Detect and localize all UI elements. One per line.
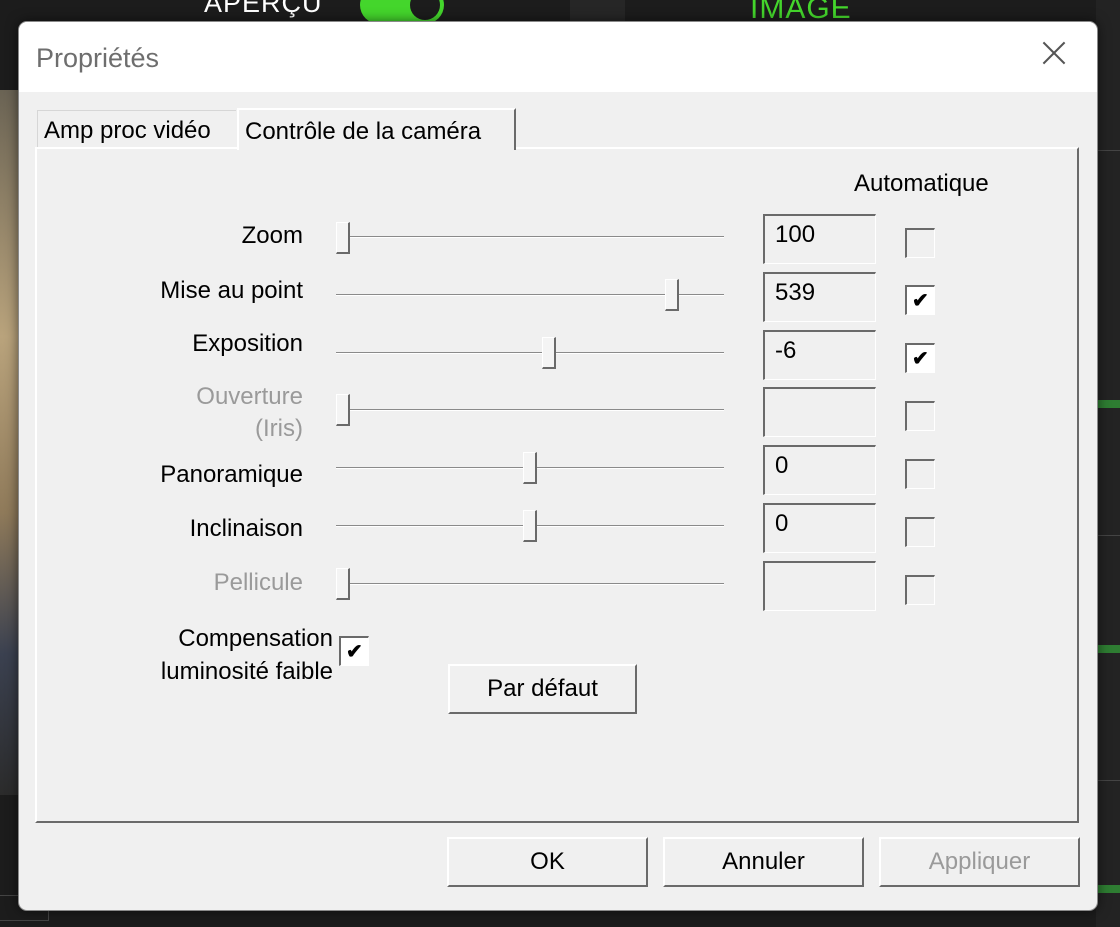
pan-auto-checkbox[interactable] — [905, 459, 935, 489]
title-bar: Propriétés — [19, 22, 1097, 92]
tilt-auto-checkbox[interactable] — [905, 517, 935, 547]
iris-slider-thumb — [336, 394, 350, 426]
low-light-label-line2: luminosité faible — [160, 658, 333, 685]
pan-value-field[interactable]: 0 — [763, 445, 876, 495]
focus-label: Mise au point — [160, 277, 303, 304]
ok-button[interactable]: OK — [447, 837, 648, 887]
zoom-slider-thumb[interactable] — [336, 222, 350, 254]
pan-slider-thumb[interactable] — [523, 452, 537, 484]
iris-auto-checkbox — [905, 401, 935, 431]
iris-label-line2: (Iris) — [255, 415, 303, 442]
checkmark-icon: ✔ — [912, 348, 929, 370]
checkmark-icon: ✔ — [346, 641, 363, 663]
low-light-checkbox[interactable]: ✔ — [339, 636, 369, 666]
tab-amp-proc-video[interactable]: Amp proc vidéo — [37, 110, 236, 148]
zoom-auto-checkbox[interactable] — [905, 228, 935, 258]
focus-auto-checkbox[interactable]: ✔ — [905, 285, 935, 315]
low-light-label-line1: Compensation — [178, 625, 333, 652]
cancel-button[interactable]: Annuler — [663, 837, 864, 887]
toggle-knob — [410, 0, 440, 20]
default-button[interactable]: Par défaut — [448, 664, 637, 714]
zoom-slider-track[interactable] — [336, 236, 724, 238]
apply-button: Appliquer — [879, 837, 1080, 887]
iris-value-field — [763, 387, 876, 437]
tilt-label: Inclinaison — [189, 515, 303, 542]
dialog-title: Propriétés — [36, 43, 160, 73]
low-light-label: Compensation luminosité faible — [161, 622, 333, 688]
properties-dialog: Propriétés Amp proc vidéo Contrôle de la… — [18, 21, 1098, 911]
background-band — [570, 0, 625, 22]
roll-slider-track — [336, 583, 724, 585]
iris-slider-track — [336, 409, 724, 411]
roll-slider-thumb — [336, 568, 350, 600]
exposure-slider-thumb[interactable] — [541, 337, 556, 369]
roll-auto-checkbox — [905, 575, 935, 605]
tab-camera-control[interactable]: Contrôle de la caméra — [237, 108, 516, 150]
focus-slider-thumb[interactable] — [665, 279, 680, 311]
exposure-label: Exposition — [192, 330, 303, 357]
zoom-value-field[interactable]: 100 — [763, 214, 876, 264]
close-icon[interactable] — [1037, 36, 1071, 70]
auto-column-header: Automatique — [854, 170, 989, 197]
roll-label: Pellicule — [213, 569, 303, 596]
iris-label-line1: Ouverture — [196, 383, 303, 410]
exposure-value-field[interactable]: -6 — [763, 330, 876, 380]
exposure-auto-checkbox[interactable]: ✔ — [905, 343, 935, 373]
preview-label: APERÇU — [204, 0, 323, 18]
tilt-slider-thumb[interactable] — [523, 510, 537, 542]
iris-label: Ouverture (Iris) — [196, 381, 303, 445]
background-right-panel — [1096, 0, 1120, 927]
checkmark-icon: ✔ — [912, 290, 929, 312]
zoom-label: Zoom — [241, 222, 303, 249]
roll-value-field — [763, 561, 876, 611]
pan-label: Panoramique — [160, 461, 303, 488]
focus-value-field[interactable]: 539 — [763, 272, 876, 322]
exposure-slider-track[interactable] — [336, 352, 724, 354]
tilt-value-field[interactable]: 0 — [763, 503, 876, 553]
